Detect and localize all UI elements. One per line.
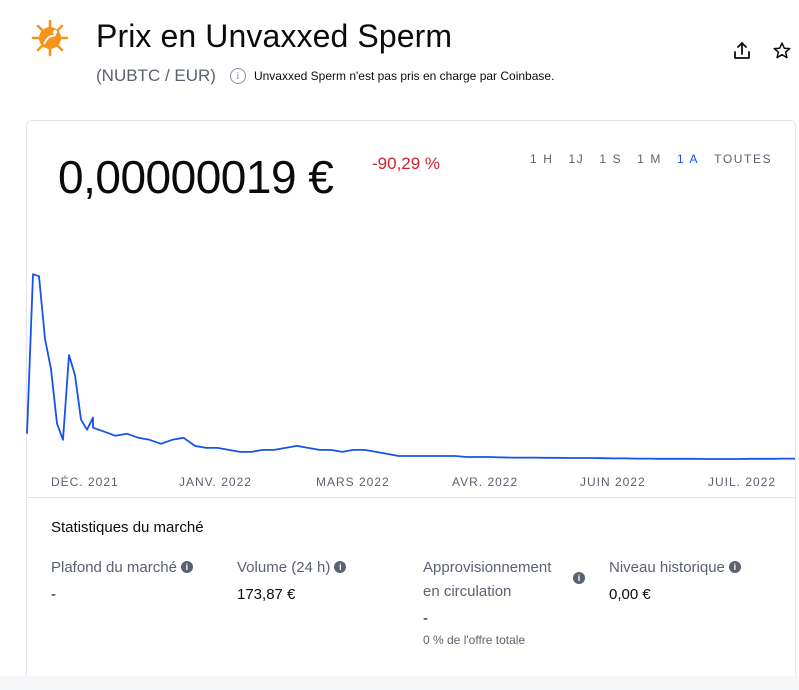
price-series-line (26, 273, 795, 460)
stat-label-text: Approvisionnement (423, 559, 552, 576)
range-1y[interactable]: 1 A (677, 152, 699, 166)
x-tick-label: DÉC. 2021 (51, 475, 119, 489)
range-1m[interactable]: 1 M (637, 152, 662, 166)
x-tick-label: JUIL. 2022 (708, 475, 777, 489)
range-1d[interactable]: 1J (568, 152, 584, 166)
stat-supply-label: Approvisionnement en circulation (423, 556, 551, 604)
virus-logo-icon (31, 19, 69, 57)
info-icon[interactable]: i (334, 561, 347, 573)
x-tick-label: AVR. 2022 (452, 475, 519, 489)
market-stats-title: Statistiques du marché (51, 519, 204, 536)
x-tick-label: JUIN 2022 (580, 475, 646, 489)
unsupported-notice: Unvaxxed Sperm n'est pas pris en charge … (253, 69, 555, 83)
price-chart[interactable] (26, 240, 796, 465)
stat-market-cap-label: Plafond du marché i (51, 556, 193, 580)
stat-label-text: Niveau historique (609, 559, 725, 576)
ticker-label: (NUBTC / EUR) (96, 66, 216, 85)
stat-label-text: Volume (24 h) (237, 559, 331, 576)
chart-x-axis: DÉC. 2021 JANV. 2022 MARS 2022 AVR. 2022… (26, 464, 796, 498)
stat-label-text: Plafond du marché (51, 559, 177, 576)
share-icon[interactable] (731, 40, 753, 62)
stat-label-text: en circulation (423, 583, 512, 600)
info-icon[interactable]: i (229, 68, 246, 84)
stat-market-cap-value: - (51, 586, 56, 603)
time-range-selector: 1 H 1J 1 S 1 M 1 A TOUTES (530, 152, 772, 166)
stat-supply-value: - (423, 610, 428, 627)
stat-volume-label: Volume (24 h) i (237, 556, 347, 580)
range-1h[interactable]: 1 H (530, 152, 553, 166)
x-tick-label: JANV. 2022 (179, 475, 252, 489)
range-all[interactable]: TOUTES (714, 152, 772, 166)
info-icon[interactable]: i (573, 572, 585, 584)
info-icon[interactable]: i (180, 561, 193, 573)
stat-volume-value: 173,87 € (237, 586, 296, 603)
stat-ath-value: 0,00 € (609, 586, 651, 603)
stat-supply-percent: 0 % de l'offre totale (423, 633, 526, 647)
star-icon[interactable] (771, 40, 793, 62)
x-tick-label: MARS 2022 (316, 475, 390, 489)
range-1w[interactable]: 1 S (599, 152, 622, 166)
page-header: Prix en Unvaxxed Sperm (NUBTC / EUR) i U… (0, 0, 799, 110)
price-change: -90,29 % (372, 154, 441, 173)
current-price: 0,00000019 € (58, 151, 334, 203)
stat-ath-label: Niveau historique i (609, 556, 741, 580)
info-icon[interactable]: i (728, 561, 741, 573)
subtitle-row: (NUBTC / EUR) i Unvaxxed Sperm n'est pas… (96, 66, 554, 86)
page-title: Prix en Unvaxxed Sperm (96, 18, 453, 54)
footer-strip (0, 676, 799, 690)
